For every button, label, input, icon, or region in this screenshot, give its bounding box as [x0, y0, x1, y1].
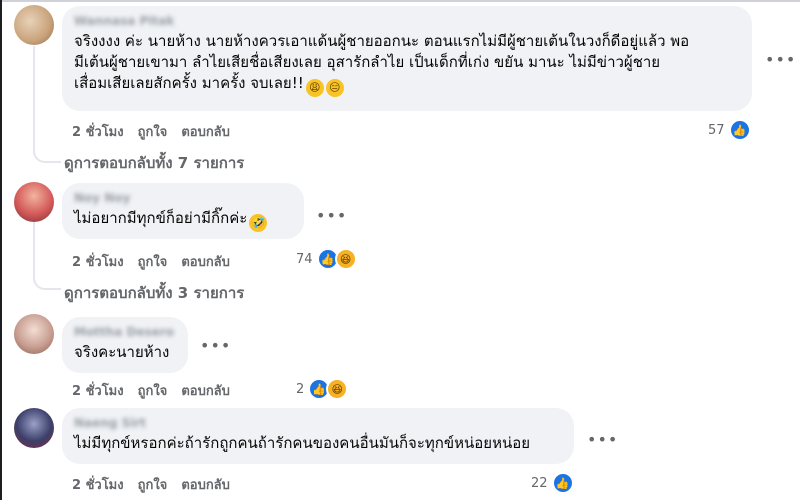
top-border	[0, 0, 800, 2]
avatar[interactable]	[14, 5, 54, 45]
comment-text: จริงงงง ค่ะ นายห้าง นายห้างควรเอาแด้นผู้…	[74, 31, 740, 97]
thread-line	[33, 46, 35, 146]
expressionless-face-emoji: 😑	[325, 79, 344, 97]
commenter-name[interactable]: Naeng Sirt	[74, 416, 562, 430]
thread-connector	[33, 143, 61, 163]
avatar[interactable]	[14, 408, 54, 448]
like-button[interactable]: ถูกใจ	[138, 251, 168, 272]
like-icon: 👍	[551, 472, 574, 494]
timestamp[interactable]: 2 ชั่วโมง	[72, 474, 124, 495]
thread-connector	[33, 270, 61, 290]
thread-line	[33, 222, 35, 272]
like-button[interactable]: ถูกใจ	[138, 474, 168, 495]
comment-actions: 2 ชั่วโมง ถูกใจ ตอบกลับ	[72, 474, 230, 495]
comments-panel: Wannasa Pitak จริงงงง ค่ะ นายห้าง นายห้า…	[0, 0, 800, 500]
reaction-summary[interactable]: 57 👍	[708, 119, 751, 141]
reply-button[interactable]: ตอบกลับ	[181, 121, 230, 142]
reaction-summary[interactable]: 2 👍 😆	[296, 378, 349, 400]
comment-actions: 2 ชั่วโมง ถูกใจ ตอบกลับ	[72, 121, 230, 142]
rofl-emoji: 🤣	[249, 214, 268, 232]
comment-actions: 2 ชั่วโมง ถูกใจ ตอบกลับ	[72, 251, 230, 272]
more-options-icon[interactable]: •••	[316, 206, 347, 225]
timestamp[interactable]: 2 ชั่วโมง	[72, 380, 124, 401]
like-button[interactable]: ถูกใจ	[138, 380, 168, 401]
commenter-name[interactable]: Mottha Desero	[74, 325, 176, 339]
like-button[interactable]: ถูกใจ	[138, 121, 168, 142]
reaction-summary[interactable]: 22 👍	[531, 472, 574, 494]
left-border	[0, 0, 2, 500]
reaction-count: 57	[708, 122, 725, 138]
commenter-name[interactable]: Noy Noy	[74, 191, 292, 205]
weary-face-emoji: 😩	[305, 79, 324, 97]
reaction-count: 74	[296, 251, 313, 267]
comment-bubble: Mottha Desero จริงคะนายห้าง	[62, 317, 188, 373]
comment-bubble: Naeng Sirt ไม่มีทุกข์หรอกค่ะถ้ารักถูกคนถ…	[62, 408, 574, 464]
reply-button[interactable]: ตอบกลับ	[181, 251, 230, 272]
more-options-icon[interactable]: •••	[587, 430, 618, 449]
reaction-count: 22	[531, 475, 548, 491]
comment-bubble: Noy Noy ไม่อยากมีทุกข์ก็อย่ามีกิ๊กค่ะ 🤣	[62, 183, 304, 239]
reaction-count: 2	[296, 381, 305, 397]
reply-button[interactable]: ตอบกลับ	[181, 474, 230, 495]
like-icon: 👍	[728, 119, 751, 141]
more-options-icon[interactable]: •••	[200, 336, 231, 355]
reply-button[interactable]: ตอบกลับ	[181, 380, 230, 401]
commenter-name[interactable]: Wannasa Pitak	[74, 14, 740, 28]
avatar[interactable]	[14, 182, 54, 222]
more-options-icon[interactable]: •••	[765, 50, 796, 69]
timestamp[interactable]: 2 ชั่วโมง	[72, 251, 124, 272]
comment-text: ไม่อยากมีทุกข์ก็อย่ามีกิ๊กค่ะ 🤣	[74, 208, 292, 232]
view-replies-link[interactable]: ดูการตอบกลับทั้ง 3 รายการ	[64, 281, 244, 305]
comment-text: ไม่มีทุกข์หรอกค่ะถ้ารักถูกคนถ้ารักคนของค…	[74, 434, 531, 452]
comment-text: จริงคะนายห้าง	[74, 343, 170, 361]
comment-actions: 2 ชั่วโมง ถูกใจ ตอบกลับ	[72, 380, 230, 401]
timestamp[interactable]: 2 ชั่วโมง	[72, 121, 124, 142]
reaction-summary[interactable]: 74 👍 😆	[296, 248, 357, 270]
view-replies-link[interactable]: ดูการตอบกลับทั้ง 7 รายการ	[64, 151, 244, 175]
comment-bubble: Wannasa Pitak จริงงงง ค่ะ นายห้าง นายห้า…	[62, 6, 752, 111]
avatar[interactable]	[14, 314, 54, 354]
haha-icon: 😆	[334, 248, 357, 270]
haha-icon: 😆	[326, 378, 349, 400]
